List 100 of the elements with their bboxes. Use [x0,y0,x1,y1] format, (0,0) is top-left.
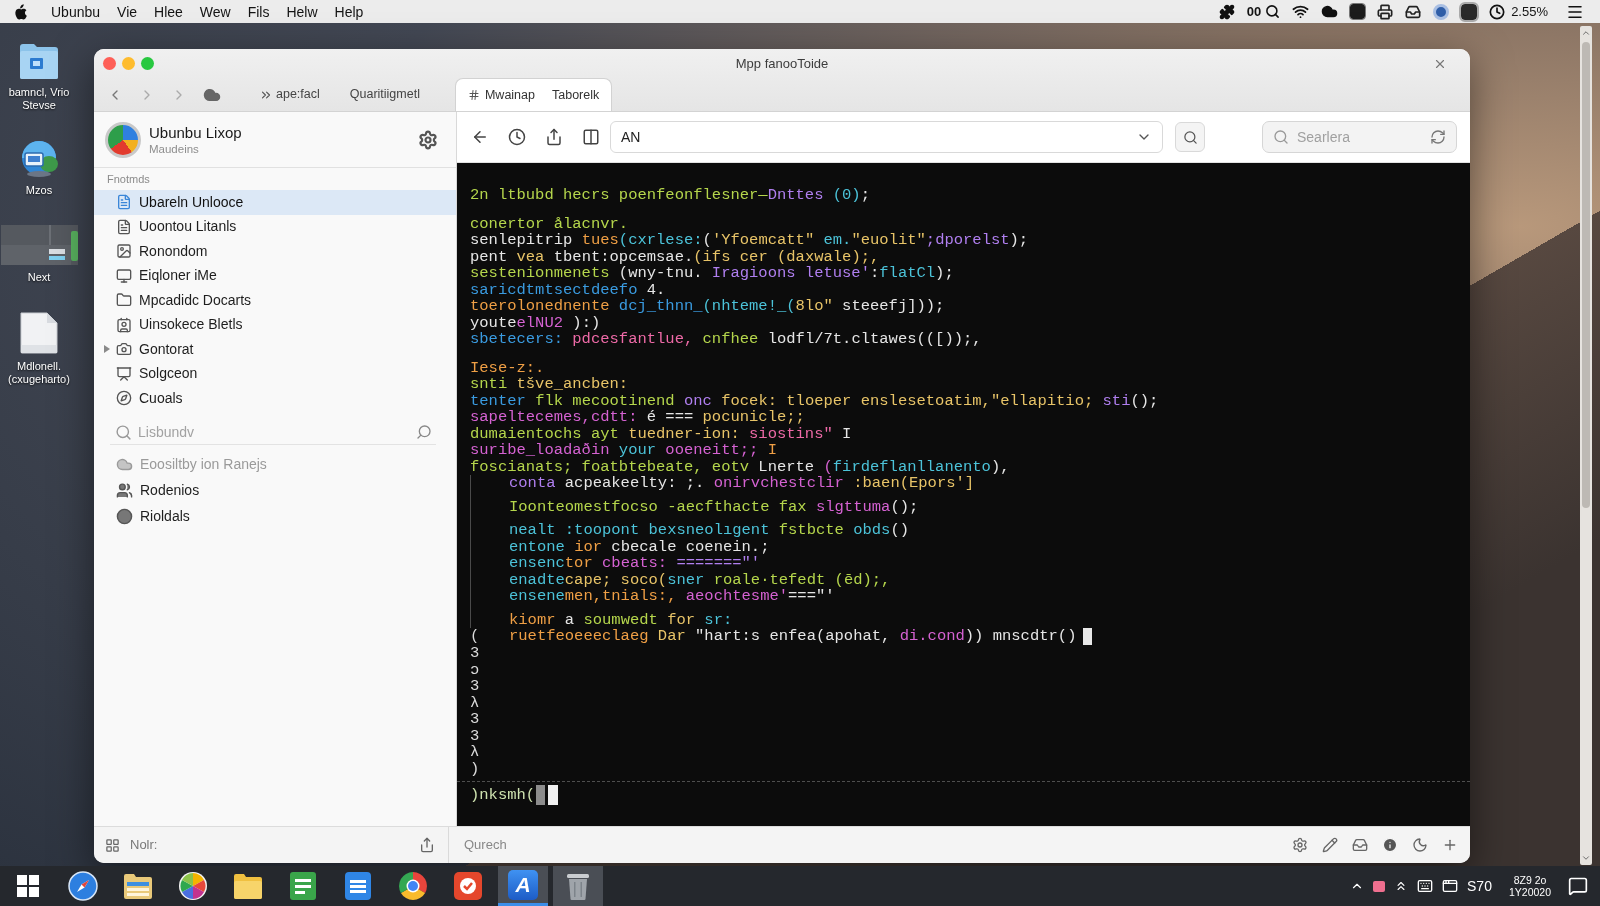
monitor-icon [116,267,132,284]
sidebar-item[interactable]: Rioldals [94,503,456,530]
keyboard-icon[interactable] [1417,878,1434,894]
contact-card-icon [116,316,132,333]
disclosure-triangle-icon[interactable] [103,345,111,354]
address-field[interactable]: AN [610,121,1163,153]
circle-logo-icon [398,871,428,901]
code-line: pent vea tbent:opcemsae.(ifs cer (daxwale);, [470,248,880,265]
columns-icon[interactable] [582,128,600,146]
search-input[interactable]: Searlera [1297,126,1422,148]
settings-icon[interactable] [418,129,438,150]
code-line: toerolonednente dcj_thnn_(nhteme!_(8lo" steeefj])); [470,298,945,315]
search-icon [1273,129,1289,145]
code-line: conta acpeakeelty: ;. onirvchestclir :baen(Epors'] [509,475,975,492]
presentation-board-icon [116,365,132,382]
menu-item[interactable]: Helw [286,2,318,21]
document-icon [116,194,132,211]
gutter-mark: 3 [470,678,480,695]
gutter-mark: 3 [470,711,480,728]
app-square-icon[interactable] [1461,3,1478,20]
wifi-icon[interactable] [1292,3,1310,20]
sidebar-item[interactable]: Ronondom [94,239,456,264]
sidebar-item[interactable]: Solgceon [94,361,456,386]
close-button[interactable] [103,57,116,70]
search-icon [1182,129,1198,145]
search-input[interactable]: Lisbundv [138,421,410,443]
tray-app-icon[interactable] [1373,880,1386,892]
tab[interactable]: Quaritiigmetl [337,78,432,111]
scrollbar-thumb[interactable] [1582,42,1590,508]
pencil-icon[interactable] [1322,837,1338,853]
prompt-text: )nksmh( [470,786,536,804]
gutter-mark: λ [470,744,480,761]
menu-item[interactable]: Help [334,2,364,21]
moon-icon[interactable] [1412,837,1428,853]
scrollbar[interactable] [1580,26,1592,865]
menu-item[interactable]: Ubunbu [51,2,101,21]
sidebar-item[interactable]: Uoontou Litanls [94,214,456,239]
code-line: Iese-z:. [470,359,545,376]
sidebar-item[interactable]: Eiqloner iMe [94,263,456,288]
plus-icon[interactable] [1442,837,1458,853]
menu-item[interactable]: Fils [247,2,270,21]
battery-text: 2.55% [1511,2,1548,21]
settings-icon[interactable] [1292,837,1308,853]
image-icon [116,243,132,260]
code-line: entone ior cbecale coenein.; [509,538,770,555]
share-icon[interactable] [545,128,563,146]
search-field[interactable]: Searlera [1262,121,1457,153]
app-square-icon[interactable] [1350,4,1366,19]
code-line: Ioonteomestfocso -aecfthacte fax slgttuma(); [509,498,919,515]
trash-icon [565,871,591,901]
tray-icon[interactable] [1405,3,1422,20]
gutter-mark: λ [470,694,480,711]
app-letter-tile: A [508,869,538,900]
taskbar-app[interactable]: A [498,866,548,906]
code-line: senlepitrip tues(cxrlese:('Yfoemcatt" em."euolit";dporelst); [470,232,1029,249]
menu-item[interactable]: Hlee [154,2,183,21]
menu-item[interactable]: Vie [117,2,138,21]
clock-icon[interactable] [1489,3,1506,20]
code-line: sestenionmenets (wny-tnu. Iragioons letuse':flatCl); [470,265,954,282]
code-line: ensenemen,tnials:, aeochtesme'==="' [509,588,835,605]
sidebar-item[interactable]: Gontorat [94,337,456,362]
cloud-icon[interactable] [1321,3,1339,20]
code-line: tenter flk mecootinend onc focek: tloeper enslesetoatim,"ellapitio; sti(); [470,392,1159,409]
info-icon[interactable] [1382,837,1398,853]
search-icon[interactable] [1265,4,1281,19]
notification-icon[interactable] [1568,876,1588,896]
sidebar-item[interactable]: Cuoals [94,386,456,411]
tab[interactable]: ape:facl [247,78,332,111]
sidebar-item[interactable]: Rodenios [94,477,456,504]
compass-icon [68,871,98,901]
apple-logo-icon[interactable] [14,3,28,20]
clock-icon[interactable] [508,128,526,146]
gutter-mark: 3 [470,727,480,744]
sidebar-item[interactable]: Mpcadidc Docarts [94,288,456,313]
compass-icon [116,508,133,525]
sidebar-item[interactable]: Ubareln Unlooce [94,190,456,215]
code-line: suribe_loadaðin your ooeneitt;; I [470,442,777,459]
share-icon[interactable] [419,837,435,853]
gutter-mark: ) [470,760,480,777]
puzzle-icon[interactable] [1218,3,1235,20]
code-line: nealt :toopont bexsneolıgent fstbcte obds() [509,522,909,539]
text-cursor [1083,628,1093,645]
sidebar-item[interactable]: Uinsokece Bletls [94,312,456,337]
printer-icon[interactable] [1377,3,1394,20]
tab[interactable]: Mwainap Taborelk [454,78,613,111]
code-line: saricdtmtsectdeefo 4. [470,281,666,298]
code-line: dumaientochs ayt tuedner-ion: siostins" I [470,425,852,442]
menu-item[interactable]: Wew [199,2,231,21]
checkmark-app-icon [453,871,483,901]
gutter-mark: 3 [470,645,480,662]
search-button[interactable] [1175,122,1205,152]
search-field[interactable]: Lisbundv [110,420,436,445]
profile-name: Ubunbu Lixop [149,123,242,142]
refresh-icon[interactable] [1430,129,1446,145]
address-input[interactable]: AN [621,126,1136,148]
window-icon[interactable] [1442,878,1459,894]
window-title: Mpp fanooToide [735,54,829,73]
grid-icon[interactable] [105,837,120,853]
code-line: sapeltecemes,cdtt: é === pocunicle;; [470,409,805,426]
tray-text: S70 [1467,878,1492,894]
